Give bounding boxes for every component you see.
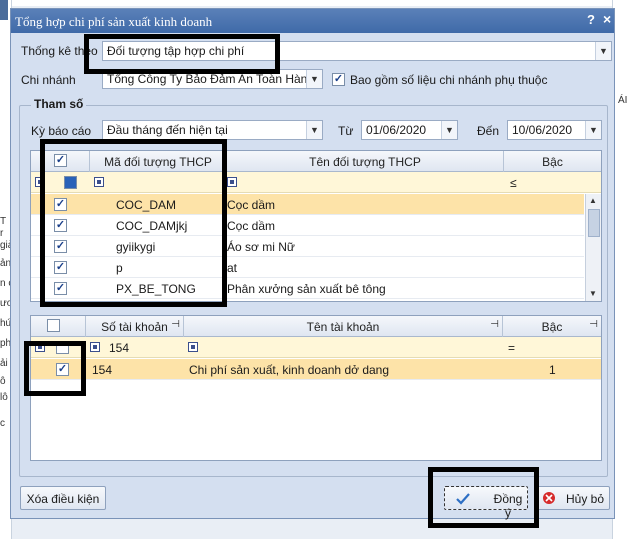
row-name: Cọc dầm (227, 219, 276, 233)
pin-icon[interactable]: ⊣ (490, 319, 499, 330)
pin-icon[interactable]: ⊣ (171, 319, 180, 330)
row-account: 154 (92, 363, 113, 377)
row-name: Áo sơ mi Nữ (227, 240, 295, 254)
header-bac-label: Bậc (541, 320, 563, 334)
ky-bao-cao-value: Đầu tháng đến hiện tại (107, 123, 228, 137)
chevron-down-icon[interactable]: ▼ (306, 70, 322, 88)
row-level: 1 (549, 363, 556, 377)
tu-date-field[interactable]: 01/06/2020 ▼ (361, 120, 458, 140)
chevron-down-icon[interactable]: ▼ (441, 121, 457, 139)
ky-bao-cao-select[interactable]: Đầu tháng đến hiện tại ▼ (102, 120, 323, 140)
thcp-scrollbar[interactable]: ▲ ▼ (585, 194, 601, 301)
account-filter-row: 154 = (31, 337, 601, 358)
pin-icon[interactable]: ⊣ (589, 319, 598, 330)
select-all-checkbox[interactable] (47, 319, 60, 332)
chevron-down-icon[interactable]: ▼ (585, 121, 601, 139)
highlight-box (428, 467, 539, 528)
dialog-title: Tổng hợp chi phí sản xuất kinh doanh (15, 14, 213, 29)
include-branch-label: Bao gồm số liệu chi nhánh phụ thuộc (350, 73, 548, 87)
den-date-field[interactable]: 10/06/2020 ▼ (507, 120, 602, 140)
chevron-down-icon[interactable]: ▼ (306, 121, 322, 139)
header-ten-doi-tuong[interactable]: Tên đối tượng THCP (227, 151, 504, 172)
header-bac[interactable]: Bậc ⊣ (503, 316, 601, 337)
header-bac[interactable]: Bậc (504, 151, 601, 172)
header-ten-tai-khoan[interactable]: Tên tài khoản ⊣ (184, 316, 503, 337)
tu-label: Từ (338, 124, 354, 138)
scroll-down-icon[interactable]: ▼ (589, 289, 597, 298)
account-filter-value[interactable]: 154 (109, 337, 129, 358)
header-so-tai-khoan[interactable]: Số tài khoản ⊣ (86, 316, 184, 337)
help-icon[interactable]: ? (587, 12, 595, 27)
tu-date-value: 01/06/2020 (366, 123, 427, 137)
close-icon[interactable]: × (603, 11, 611, 27)
highlight-box (84, 34, 280, 74)
filter-icon[interactable] (227, 177, 237, 187)
scroll-up-icon[interactable]: ▲ (589, 196, 597, 205)
account-grid: Số tài khoản ⊣ Tên tài khoản ⊣ Bậc ⊣ 154… (30, 315, 602, 461)
include-branch-checkbox[interactable]: ✓ (332, 73, 345, 86)
row-account-name: Chi phí sản xuất, kinh doanh dở dang (189, 363, 390, 377)
bg-right-text: ÁI (618, 95, 628, 106)
header-select-all[interactable] (31, 316, 86, 337)
chi-nhanh-label: Chi nhánh (21, 73, 76, 87)
highlight-box (24, 341, 86, 396)
den-label: Đến (477, 124, 500, 138)
header-so-tai-khoan-label: Số tài khoản (101, 320, 168, 334)
table-row[interactable]: ✓ 154 Chi phí sản xuất, kinh doanh dở da… (31, 359, 601, 380)
chi-nhanh-value: Tổng Công Ty Bảo Đảm An Toàn Hàng H (107, 72, 323, 86)
den-date-value: 10/06/2020 (512, 123, 573, 137)
row-name: at (227, 261, 238, 275)
filter-icon[interactable] (188, 342, 198, 352)
dialog-titlebar[interactable]: Tổng hợp chi phí sản xuất kinh doanh ? × (11, 9, 614, 33)
ky-bao-cao-label: Kỳ báo cáo (31, 124, 92, 138)
bac-filter-operator[interactable]: ≤ (510, 172, 517, 193)
bac-filter-operator[interactable]: = (508, 337, 515, 358)
background-strip (0, 0, 8, 20)
tham-so-title: Tham số (31, 97, 87, 111)
highlight-box (40, 139, 227, 307)
cancel-button[interactable]: Hủy bỏ (535, 486, 610, 510)
row-name: Phân xưởng sản xuất bê tông (227, 282, 386, 296)
row-name: Cọc dầm (227, 198, 276, 212)
account-grid-header: Số tài khoản ⊣ Tên tài khoản ⊣ Bậc ⊣ (31, 316, 601, 337)
clear-conditions-button[interactable]: Xóa điều kiện (20, 486, 106, 510)
background-app-top (12, 0, 612, 6)
scroll-thumb[interactable] (588, 209, 600, 237)
filter-icon[interactable] (90, 342, 100, 352)
cancel-icon (543, 492, 555, 504)
chevron-down-icon[interactable]: ▼ (595, 42, 611, 60)
header-ten-tai-khoan-label: Tên tài khoản (306, 320, 380, 334)
cancel-label: Hủy bỏ (566, 492, 605, 506)
